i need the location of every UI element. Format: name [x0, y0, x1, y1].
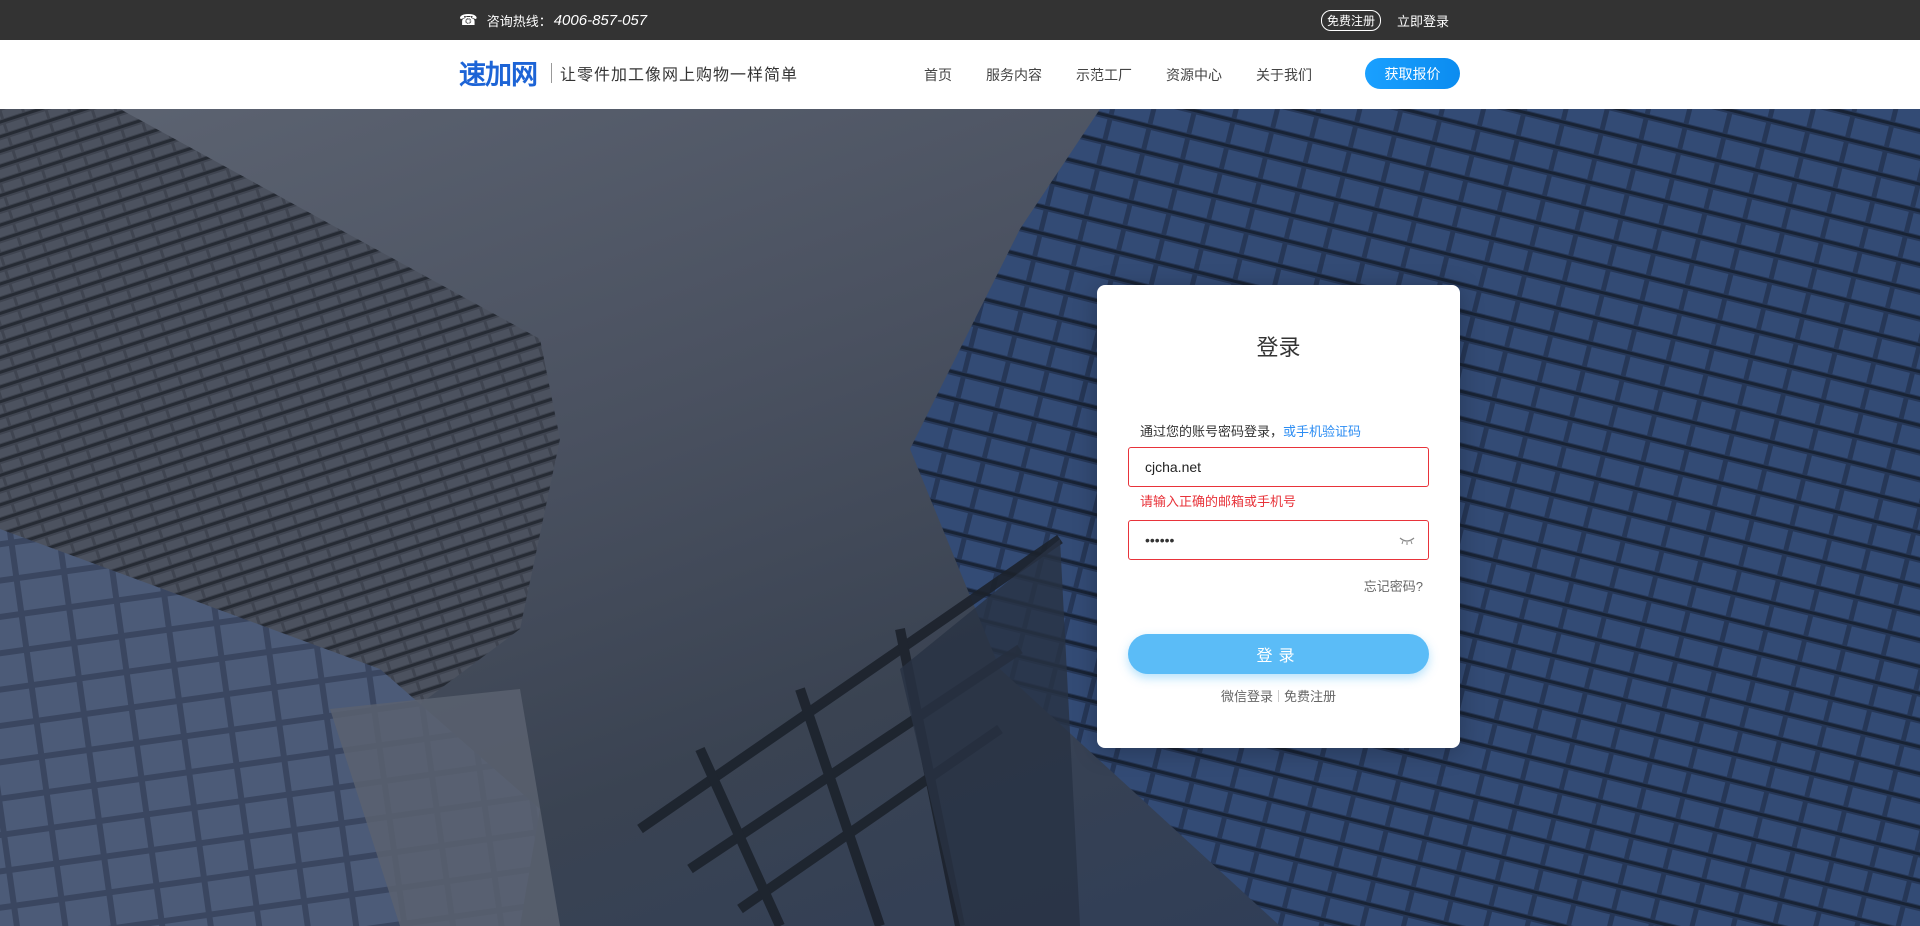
logo[interactable]: 速加网 让零件加工像网上购物一样简单 [459, 56, 799, 91]
login-submit-button[interactable]: 登录 [1128, 634, 1429, 674]
hotline-label: 咨询热线： [486, 13, 552, 29]
nav-item-services[interactable]: 服务内容 [986, 65, 1042, 85]
account-input[interactable] [1145, 459, 1385, 475]
password-field[interactable]: •••••• [1128, 520, 1429, 560]
forgot-password-link[interactable]: 忘记密码? [1364, 576, 1423, 595]
site-header: 速加网 让零件加工像网上购物一样简单 首页 服务内容 示范工厂 资源中心 关于我… [0, 40, 1920, 109]
login-card: 登录 通过您的账号密码登录，或手机验证码 请输入正确的邮箱或手机号 ••••••… [1097, 285, 1460, 748]
hotline-number: 4006-857-057 [553, 11, 648, 29]
nav-item-about[interactable]: 关于我们 [1256, 65, 1312, 85]
register-link[interactable]: 免费注册 [1284, 689, 1336, 704]
login-hint-text: 通过您的账号密码登录， [1140, 424, 1284, 439]
login-title: 登录 [1256, 335, 1301, 360]
wechat-login-link[interactable]: 微信登录 [1221, 689, 1273, 704]
alternate-login-links: 微信登录 免费注册 [1097, 686, 1460, 705]
main-nav: 首页 服务内容 示范工厂 资源中心 关于我们 [924, 40, 1346, 109]
get-quote-button[interactable]: 获取报价 [1365, 58, 1460, 89]
logo-divider [551, 62, 552, 83]
eye-closed-icon[interactable] [1399, 535, 1415, 545]
phone-icon: ☎ [459, 12, 478, 29]
sms-login-link[interactable]: 或手机验证码 [1283, 424, 1361, 439]
top-account-links: 免费注册 立即登录 [1321, 0, 1449, 40]
buildings-illustration [0, 109, 1920, 926]
logo-slogan: 让零件加工像网上购物一样简单 [560, 64, 799, 84]
hero-background [0, 109, 1920, 926]
password-input[interactable]: •••••• [1145, 532, 1174, 548]
logo-mark: 速加网 [459, 60, 538, 91]
account-field[interactable] [1128, 447, 1429, 487]
nav-item-home[interactable]: 首页 [924, 65, 952, 85]
nav-item-demo-factory[interactable]: 示范工厂 [1076, 65, 1132, 85]
free-register-button[interactable]: 免费注册 [1321, 9, 1382, 31]
nav-item-resources[interactable]: 资源中心 [1166, 65, 1222, 85]
login-hint: 通过您的账号密码登录，或手机验证码 [1140, 421, 1361, 440]
top-bar: ☎ 咨询热线： 4006-857-057 免费注册 立即登录 [0, 0, 1920, 40]
account-error-message: 请输入正确的邮箱或手机号 [1140, 494, 1297, 509]
link-separator [1278, 690, 1279, 702]
login-now-link[interactable]: 立即登录 [1397, 11, 1449, 30]
hotline: ☎ 咨询热线： 4006-857-057 [459, 0, 647, 40]
